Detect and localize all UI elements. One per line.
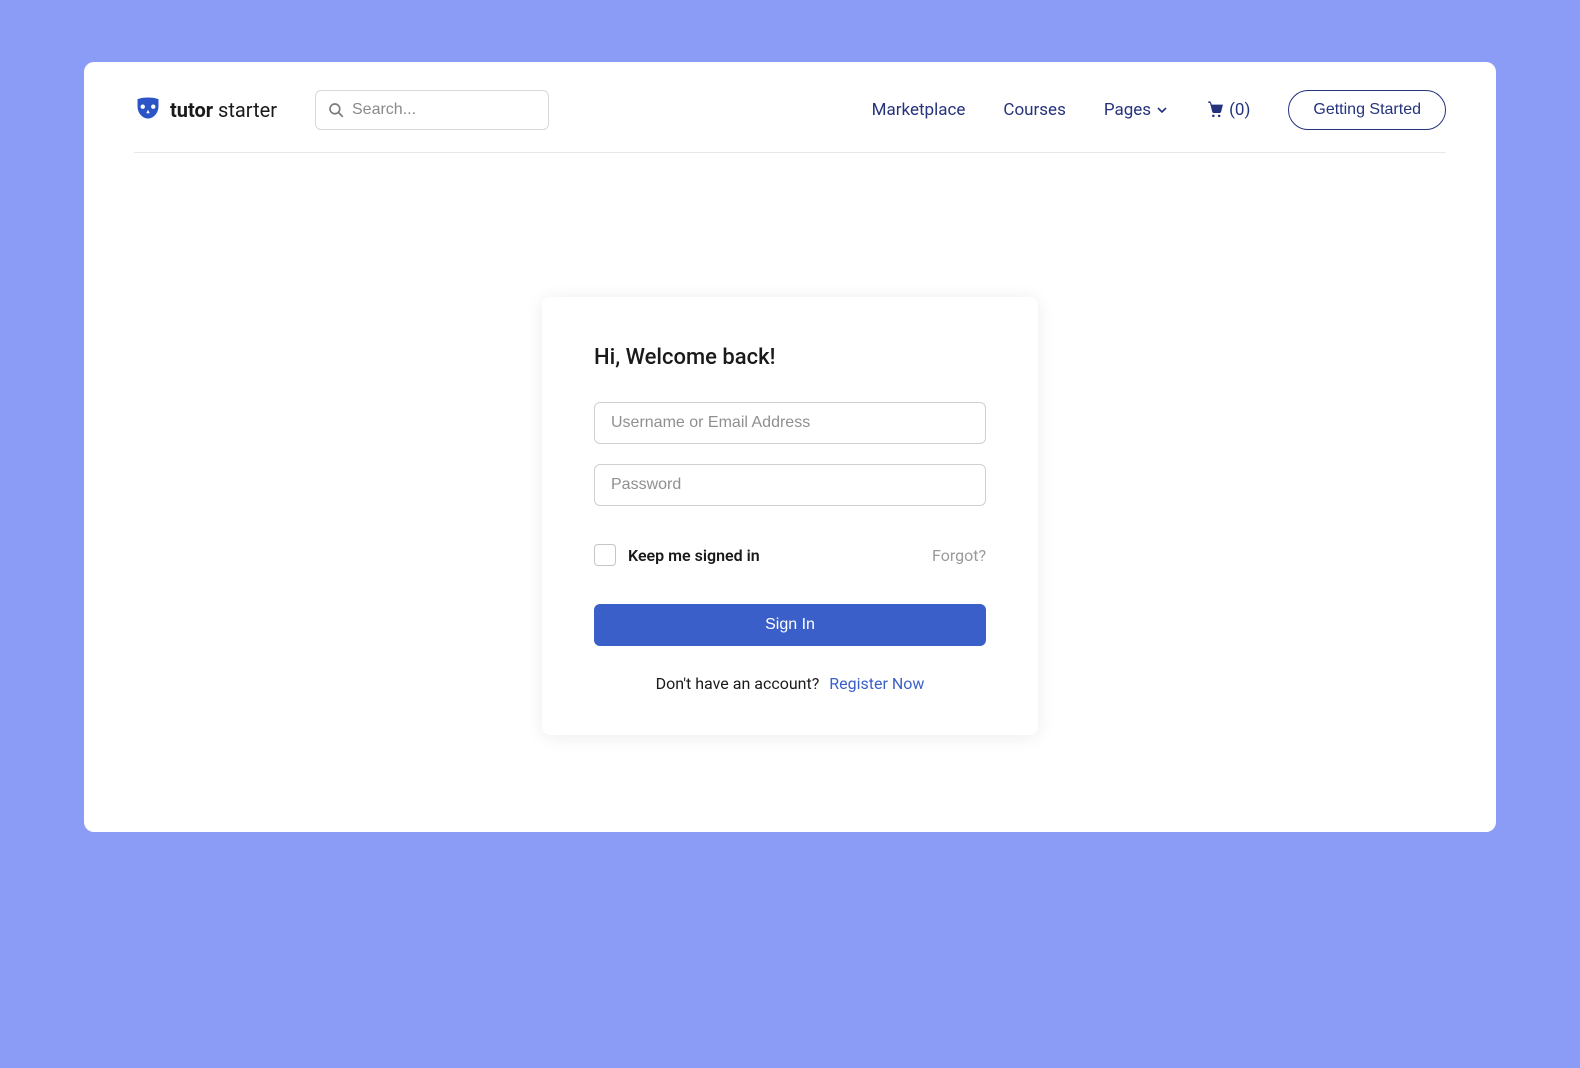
logo[interactable]: tutor starter bbox=[134, 96, 277, 124]
header: tutor starter Marketplace Courses Pages bbox=[134, 62, 1446, 153]
nav-courses[interactable]: Courses bbox=[1003, 100, 1065, 120]
remember-checkbox[interactable] bbox=[594, 544, 616, 566]
forgot-link[interactable]: Forgot? bbox=[932, 546, 986, 565]
password-input[interactable] bbox=[594, 464, 986, 506]
sign-in-button[interactable]: Sign In bbox=[594, 604, 986, 646]
remember-label: Keep me signed in bbox=[628, 546, 760, 565]
register-link[interactable]: Register Now bbox=[829, 674, 924, 693]
cart-count: (0) bbox=[1229, 100, 1250, 120]
logo-text: tutor starter bbox=[170, 98, 277, 122]
no-account-text: Don't have an account? bbox=[656, 674, 820, 693]
nav-marketplace[interactable]: Marketplace bbox=[872, 100, 966, 120]
username-input[interactable] bbox=[594, 402, 986, 444]
owl-icon bbox=[134, 96, 162, 124]
remember-row: Keep me signed in Forgot? bbox=[594, 544, 986, 566]
search-wrapper bbox=[315, 90, 549, 130]
getting-started-button[interactable]: Getting Started bbox=[1288, 90, 1446, 130]
nav-pages-label: Pages bbox=[1104, 100, 1151, 120]
chevron-down-icon bbox=[1157, 100, 1167, 120]
cart-button[interactable]: (0) bbox=[1205, 98, 1250, 123]
login-title: Hi, Welcome back! bbox=[594, 345, 986, 370]
page-container: tutor starter Marketplace Courses Pages bbox=[84, 62, 1496, 832]
cart-icon bbox=[1205, 98, 1225, 123]
login-card: Hi, Welcome back! Keep me signed in Forg… bbox=[542, 297, 1038, 735]
search-input[interactable] bbox=[315, 90, 549, 130]
main-nav: Marketplace Courses Pages (0) Getting bbox=[872, 90, 1446, 130]
register-row: Don't have an account? Register Now bbox=[594, 674, 986, 693]
remember-checkbox-wrap: Keep me signed in bbox=[594, 544, 760, 566]
nav-pages[interactable]: Pages bbox=[1104, 100, 1167, 120]
